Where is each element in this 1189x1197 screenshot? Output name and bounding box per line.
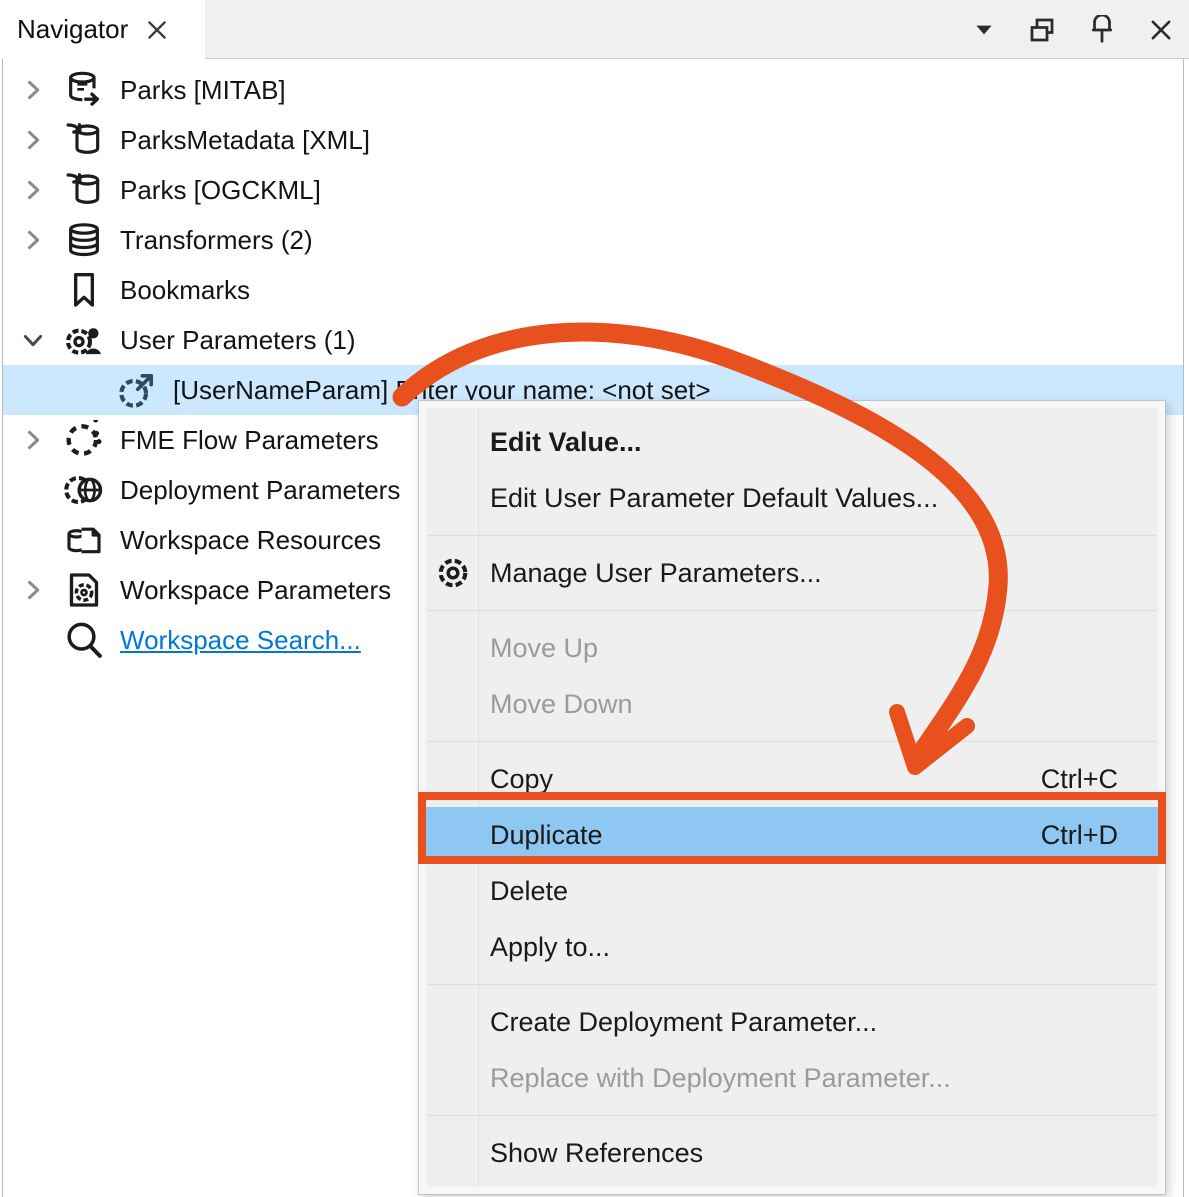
tree-item-label: Parks [OGCKML] bbox=[120, 175, 321, 206]
close-panel-button[interactable] bbox=[1147, 16, 1175, 44]
menu-item-copy[interactable]: Copy Ctrl+C bbox=[426, 751, 1158, 807]
menu-item-replace-with-deployment-parameter: Replace with Deployment Parameter... bbox=[426, 1050, 1158, 1106]
menu-item-manage-user-parameters[interactable]: Manage User Parameters... bbox=[426, 545, 1158, 601]
flow-params-icon bbox=[64, 420, 104, 460]
context-menu: Edit Value... Edit User Parameter Default… bbox=[418, 400, 1166, 1195]
close-icon bbox=[1147, 16, 1175, 44]
menu-item-label: Move Down bbox=[490, 689, 1118, 720]
menu-item-label: Copy bbox=[490, 764, 1011, 795]
tree-item-user-parameters-1[interactable]: User Parameters (1) bbox=[3, 315, 1183, 365]
user-params-icon bbox=[64, 320, 104, 360]
menu-separator bbox=[427, 984, 1157, 985]
reader-icon bbox=[64, 70, 104, 110]
menu-item-label: Edit User Parameter Default Values... bbox=[490, 483, 1118, 514]
tree-item-label: Parks [MITAB] bbox=[120, 75, 286, 106]
search-icon bbox=[64, 620, 104, 660]
chevron-right-icon[interactable] bbox=[19, 126, 47, 154]
menu-item-label: Edit Value... bbox=[490, 427, 1118, 458]
menu-separator bbox=[427, 1115, 1157, 1116]
menu-item-show-references[interactable]: Show References bbox=[426, 1125, 1158, 1181]
menu-item-apply-to[interactable]: Apply to... bbox=[426, 919, 1158, 975]
chevron-right-icon[interactable] bbox=[19, 576, 47, 604]
menu-item-label: Manage User Parameters... bbox=[490, 558, 1118, 589]
menu-item-label: Delete bbox=[490, 876, 1118, 907]
menu-item-label: Create Deployment Parameter... bbox=[490, 1007, 1118, 1038]
writer-icon bbox=[64, 170, 104, 210]
menu-item-edit-user-parameter-default-values[interactable]: Edit User Parameter Default Values... bbox=[426, 470, 1158, 526]
menu-separator bbox=[427, 535, 1157, 536]
menu-item-label: Move Up bbox=[490, 633, 1118, 664]
chevron-right-icon[interactable] bbox=[19, 176, 47, 204]
window-controls bbox=[971, 0, 1175, 59]
menu-item-label: Apply to... bbox=[490, 932, 1118, 963]
tree-item-label: Workspace Parameters bbox=[120, 575, 391, 606]
menu-item-label: Duplicate bbox=[490, 820, 1011, 851]
tab-navigator[interactable]: Navigator bbox=[0, 0, 205, 59]
tree-item-label: Deployment Parameters bbox=[120, 475, 400, 506]
gear-icon bbox=[435, 555, 471, 591]
tree-item-label: FME Flow Parameters bbox=[120, 425, 379, 456]
pin-icon bbox=[1087, 15, 1117, 45]
tree-item-label: ParksMetadata [XML] bbox=[120, 125, 370, 156]
tree-item-label: Transformers (2) bbox=[120, 225, 313, 256]
close-icon bbox=[144, 17, 170, 43]
tab-close-button[interactable] bbox=[144, 17, 170, 43]
dropdown-caret-button[interactable] bbox=[971, 17, 997, 43]
tree-item-parksmetadata-xml[interactable]: ParksMetadata [XML] bbox=[3, 115, 1183, 165]
writer-icon bbox=[64, 120, 104, 160]
transformers-icon bbox=[64, 220, 104, 260]
tree-item-label: Workspace Search... bbox=[120, 625, 361, 656]
context-menu-body: Edit Value... Edit User Parameter Default… bbox=[426, 408, 1158, 1187]
caret-down-icon bbox=[971, 17, 997, 43]
menu-item-create-deployment-parameter[interactable]: Create Deployment Parameter... bbox=[426, 994, 1158, 1050]
menu-separator bbox=[427, 610, 1157, 611]
chevron-down-icon[interactable] bbox=[19, 326, 47, 354]
tree-item-parks-mitab[interactable]: Parks [MITAB] bbox=[3, 65, 1183, 115]
chevron-right-icon[interactable] bbox=[19, 226, 47, 254]
chevron-right-icon[interactable] bbox=[19, 426, 47, 454]
tree-item-label: Workspace Resources bbox=[120, 525, 381, 556]
menu-item-label: Show References bbox=[490, 1138, 1118, 1169]
pin-panel-button[interactable] bbox=[1087, 15, 1117, 45]
tree-item-transformers-2[interactable]: Transformers (2) bbox=[3, 215, 1183, 265]
menu-item-duplicate[interactable]: Duplicate Ctrl+D bbox=[426, 807, 1158, 863]
float-window-button[interactable] bbox=[1027, 15, 1057, 45]
tree-item-bookmarks[interactable]: Bookmarks bbox=[3, 265, 1183, 315]
menu-item-move-down: Move Down bbox=[426, 676, 1158, 732]
menu-item-delete[interactable]: Delete bbox=[426, 863, 1158, 919]
menu-item-edit-value[interactable]: Edit Value... bbox=[426, 414, 1158, 470]
resources-icon bbox=[64, 520, 104, 560]
param-icon bbox=[117, 370, 157, 410]
tree-item-label: Bookmarks bbox=[120, 275, 250, 306]
menu-items: Edit Value... Edit User Parameter Default… bbox=[426, 414, 1158, 1181]
menu-separator bbox=[427, 741, 1157, 742]
tree-item-label: User Parameters (1) bbox=[120, 325, 356, 356]
panel-titlebar: Navigator bbox=[0, 0, 1189, 59]
menu-item-label: Replace with Deployment Parameter... bbox=[490, 1063, 1118, 1094]
bookmark-icon bbox=[64, 270, 104, 310]
chevron-right-icon[interactable] bbox=[19, 76, 47, 104]
panel-title: Navigator bbox=[17, 14, 128, 45]
menu-item-shortcut: Ctrl+D bbox=[1041, 820, 1118, 851]
ws-params-icon bbox=[64, 570, 104, 610]
deploy-params-icon bbox=[64, 470, 104, 510]
float-window-icon bbox=[1027, 15, 1057, 45]
menu-item-move-up: Move Up bbox=[426, 620, 1158, 676]
menu-item-shortcut: Ctrl+C bbox=[1041, 764, 1118, 795]
tree-item-parks-ogckml[interactable]: Parks [OGCKML] bbox=[3, 165, 1183, 215]
